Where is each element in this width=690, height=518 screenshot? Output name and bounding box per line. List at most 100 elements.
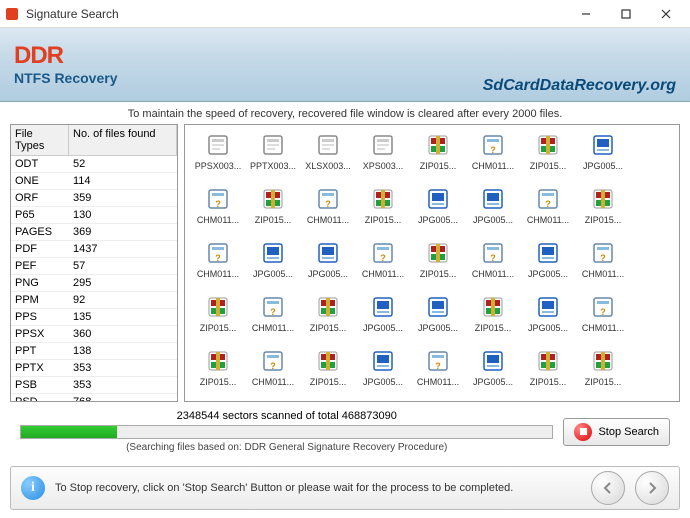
file-label: JPG005...	[301, 269, 355, 279]
file-item[interactable]: ?CHM011...	[411, 347, 465, 397]
file-item[interactable]: JPG005...	[411, 185, 465, 235]
file-label: JPG005...	[521, 323, 575, 333]
file-item[interactable]: ?CHM011...	[466, 239, 520, 289]
file-type-cell: ORF	[11, 190, 69, 206]
file-item[interactable]: PPSX003...	[191, 131, 245, 181]
file-label: CHM011...	[191, 215, 245, 225]
file-item[interactable]: JPG005...	[191, 401, 245, 402]
file-item[interactable]: ?CHM011...	[191, 185, 245, 235]
file-item[interactable]: JPG005...	[521, 239, 575, 289]
stop-search-label: Stop Search	[598, 426, 659, 438]
file-type-row[interactable]: PPSX360	[11, 326, 177, 343]
file-count-cell: 768	[69, 394, 177, 402]
file-item[interactable]: ZIP015...	[301, 293, 355, 343]
close-button[interactable]	[646, 0, 686, 28]
file-type-cell: PPT	[11, 343, 69, 359]
file-item[interactable]: ZIP015...	[576, 185, 630, 235]
file-item[interactable]: JPG005...	[301, 239, 355, 289]
file-count-cell: 52	[69, 156, 177, 172]
file-count-cell: 92	[69, 292, 177, 308]
file-item[interactable]: JPG005...	[411, 293, 465, 343]
minimize-button[interactable]	[566, 0, 606, 28]
file-label: ZIP015...	[191, 323, 245, 333]
file-item[interactable]: ZIP015...	[191, 347, 245, 397]
file-type-row[interactable]: PPTX353	[11, 360, 177, 377]
file-type-cell: PPM	[11, 292, 69, 308]
file-label: ZIP015...	[576, 377, 630, 387]
file-item[interactable]: ?CHM011...	[521, 185, 575, 235]
file-item[interactable]: ?CHM011...	[576, 293, 630, 343]
file-label: CHM011...	[411, 377, 465, 387]
info-line: To maintain the speed of recovery, recov…	[10, 108, 680, 120]
file-count-cell: 138	[69, 343, 177, 359]
file-item[interactable]: PPTX003...	[246, 131, 300, 181]
file-item[interactable]: ?CHM011...	[576, 239, 630, 289]
file-item[interactable]: ZIP015...	[301, 347, 355, 397]
file-item[interactable]: ZIP015...	[521, 347, 575, 397]
file-item[interactable]: JPG005...	[576, 131, 630, 181]
file-type-row[interactable]: PAGES369	[11, 224, 177, 241]
file-item[interactable]: XPS003...	[356, 131, 410, 181]
file-item[interactable]: JPG005...	[356, 347, 410, 397]
file-item[interactable]: XLSX003...	[301, 131, 355, 181]
file-item[interactable]: ZIP015...	[191, 293, 245, 343]
file-type-row[interactable]: PSD768	[11, 394, 177, 402]
gen-file-icon	[314, 131, 342, 159]
file-item[interactable]: ZIP015...	[411, 239, 465, 289]
file-type-row[interactable]: PPT138	[11, 343, 177, 360]
file-type-row[interactable]: PNG295	[11, 275, 177, 292]
main-row: File Types No. of files found ODT52ONE11…	[10, 124, 680, 402]
file-type-row[interactable]: PPS135	[11, 309, 177, 326]
file-item[interactable]: ZIP015...	[521, 401, 575, 402]
file-count-cell: 369	[69, 224, 177, 240]
chm-file-icon: ?	[204, 239, 232, 267]
progress-sub: (Searching files based on: DDR General S…	[20, 442, 553, 453]
file-item[interactable]: ?CHM011...	[246, 347, 300, 397]
file-item[interactable]: ZIP015...	[356, 185, 410, 235]
file-item[interactable]: ZIP015...	[246, 185, 300, 235]
file-item[interactable]: ?CHM011...	[191, 239, 245, 289]
files-panel[interactable]: PPSX003...PPTX003...XLSX003...XPS003...Z…	[184, 124, 680, 402]
file-type-row[interactable]: ODT52	[11, 156, 177, 173]
file-type-row[interactable]: ONE114	[11, 173, 177, 190]
stop-search-button[interactable]: Stop Search	[563, 418, 670, 446]
file-item[interactable]: ZIP015...	[411, 401, 465, 402]
file-item[interactable]: JPG005...	[246, 239, 300, 289]
file-item[interactable]: ZIP015...	[411, 131, 465, 181]
file-type-row[interactable]: PPM92	[11, 292, 177, 309]
file-type-row[interactable]: PEF57	[11, 258, 177, 275]
file-label: JPG005...	[246, 269, 300, 279]
file-label: CHM011...	[576, 323, 630, 333]
file-item[interactable]: JPG005...	[521, 293, 575, 343]
file-label: JPG005...	[466, 377, 520, 387]
content-area: To maintain the speed of recovery, recov…	[0, 102, 690, 453]
file-item[interactable]: ?CHM011...	[246, 293, 300, 343]
file-item[interactable]: ?CHM011...	[466, 131, 520, 181]
file-type-row[interactable]: PDF1437	[11, 241, 177, 258]
file-item[interactable]: ZIP015...	[576, 347, 630, 397]
file-item[interactable]: JPG005...	[466, 347, 520, 397]
file-item[interactable]: JPG005...	[576, 401, 630, 402]
file-item[interactable]: ZIP015...	[466, 293, 520, 343]
file-item[interactable]: ?CHM011...	[356, 239, 410, 289]
forward-button[interactable]	[635, 471, 669, 505]
svg-text:?: ?	[490, 253, 496, 263]
file-item[interactable]: ?CHM011...	[466, 401, 520, 402]
file-types-header: File Types No. of files found	[11, 125, 177, 156]
file-type-row[interactable]: P65130	[11, 207, 177, 224]
file-item[interactable]: ?CHM011...	[301, 185, 355, 235]
file-item[interactable]: JPG005...	[466, 185, 520, 235]
file-count-cell: 114	[69, 173, 177, 189]
file-type-row[interactable]: ORF359	[11, 190, 177, 207]
back-button[interactable]	[591, 471, 625, 505]
file-type-row[interactable]: PSB353	[11, 377, 177, 394]
file-types-panel[interactable]: File Types No. of files found ODT52ONE11…	[10, 124, 178, 402]
file-item[interactable]: ZIP015...	[521, 131, 575, 181]
file-item[interactable]: ?CHM011...	[356, 401, 410, 402]
maximize-button[interactable]	[606, 0, 646, 28]
zip-file-icon	[424, 239, 452, 267]
file-item[interactable]: ?CHM011...	[246, 401, 300, 402]
progress-bar	[20, 425, 553, 439]
file-item[interactable]: JPG005...	[356, 293, 410, 343]
file-item[interactable]: JPG005...	[301, 401, 355, 402]
